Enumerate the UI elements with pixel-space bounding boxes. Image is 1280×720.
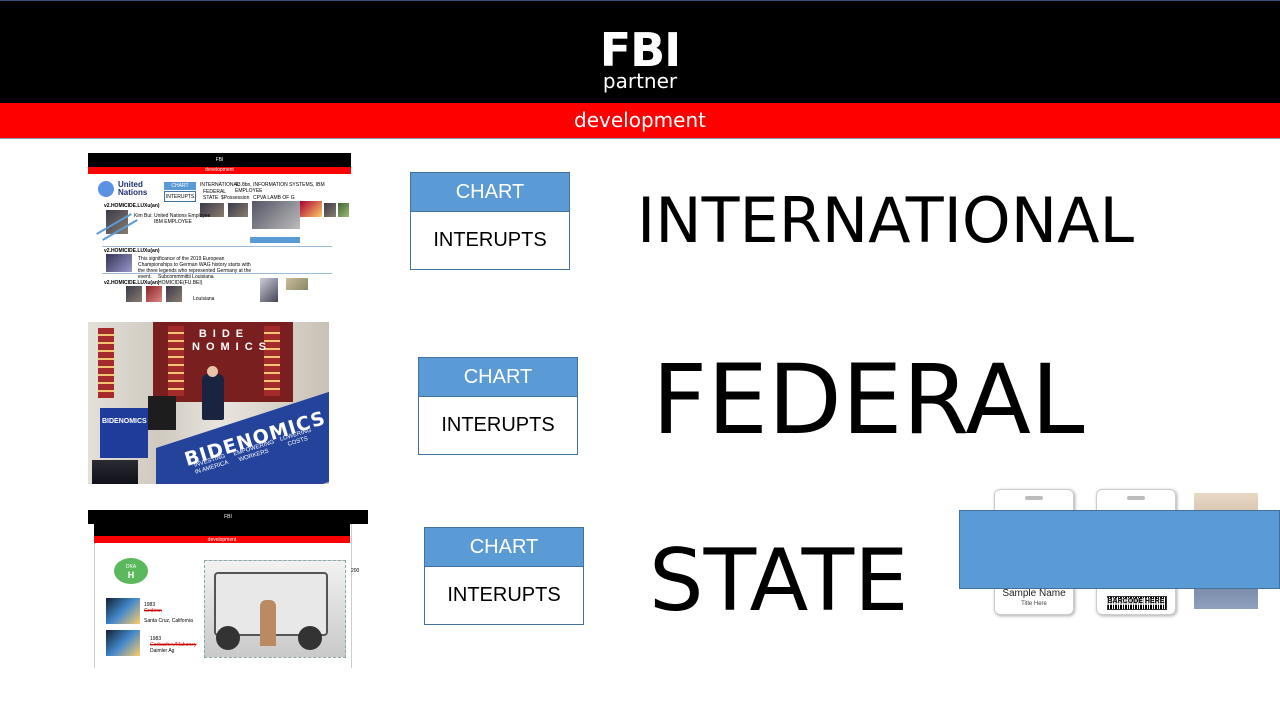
inner-banner-label: development — [207, 537, 237, 543]
lectern-dark — [148, 396, 176, 430]
side-number: 200 — [351, 568, 360, 574]
thumbnail-international-slide[interactable]: FBI development United Nations CHART INT… — [88, 153, 351, 303]
thumbnail-state-slide[interactable]: FBI development DKA H 1983 Gridiron Sant… — [88, 510, 368, 668]
row-state-buttons: CHART INTERUPTS — [424, 527, 584, 625]
thumb-photo — [106, 254, 132, 272]
thumb-photo — [146, 286, 162, 302]
truck-wheel — [216, 626, 240, 650]
heading-federal: FEDERAL — [652, 344, 1085, 456]
thumb-chart-label: CHART — [171, 183, 189, 189]
thumb-photo — [300, 201, 322, 217]
un-logo-text: United Nations — [118, 180, 148, 197]
heading-state: STATE — [649, 531, 909, 631]
un-logo-icon — [98, 181, 114, 197]
thumb-banner-label: development — [205, 167, 234, 173]
thumbnail-bidenomics-photo[interactable]: BIDE NOMICS BIDENOMICS INVESTING IN AMER… — [88, 322, 329, 484]
badge-title: Title Here — [1021, 601, 1047, 607]
entry-2-place: Daimler Ag — [150, 648, 175, 654]
thumb-case-1-role: IBM EMPLOYEE — [154, 219, 192, 225]
chart-button-federal[interactable]: CHART — [418, 357, 578, 397]
thumb-case-1: v2.HOMICIDE.LUXu(an) — [104, 203, 160, 209]
thumb-blue-bar — [250, 237, 300, 243]
thumb-photo — [338, 203, 349, 217]
thumb-line-state: STATE — [203, 195, 219, 201]
interupts-button-international[interactable]: INTERUPTS — [410, 212, 570, 270]
thumb-photo — [252, 201, 300, 229]
side-sign — [100, 408, 148, 458]
speaker-figure — [202, 374, 224, 420]
window-letters: BIDE NOMICS — [192, 328, 272, 353]
truck-wheel — [298, 626, 322, 650]
thumb-line-state-detail: $Possession — [221, 195, 250, 201]
badge-slot — [1127, 496, 1145, 500]
side-sign-text: BIDENOMICS — [102, 418, 147, 425]
thumb-line-international: INTERNATIONAL — [200, 182, 240, 188]
interupts-button-state[interactable]: INTERUPTS — [424, 567, 584, 625]
development-label: development — [574, 108, 706, 132]
window-panel — [264, 326, 280, 396]
dka-logo-letter: H — [127, 570, 135, 580]
entry-1-place: Santa Cruz, California — [144, 618, 193, 624]
entry-1-name: Gridiron — [144, 608, 162, 614]
badge-barcode-label: BARCODE HERE — [1107, 598, 1165, 605]
truck-person — [260, 600, 276, 646]
thumb-title: FBI — [224, 514, 232, 520]
page-subtitle: partner — [602, 69, 678, 93]
thumb-photo — [286, 278, 308, 290]
thumb-photo — [126, 286, 142, 302]
window-panel — [98, 328, 114, 398]
interupts-button-federal[interactable]: INTERUPTS — [418, 397, 578, 455]
thumb-case-3c: Louisiana — [193, 296, 215, 302]
inner-header-bar — [94, 524, 350, 536]
speaker-head — [207, 366, 218, 377]
badge-name: Sample Name — [1002, 588, 1066, 599]
chart-button-state[interactable]: CHART — [424, 527, 584, 567]
badge-slot — [1025, 496, 1043, 500]
divider — [102, 273, 332, 274]
welder-photo — [106, 630, 140, 656]
thumb-photo — [228, 203, 248, 217]
row-federal-buttons: CHART INTERUPTS — [418, 357, 578, 455]
thumb-photo — [166, 286, 182, 302]
row-international-buttons: CHART INTERUPTS — [410, 172, 570, 270]
blue-overlay-rectangle[interactable] — [959, 510, 1280, 589]
heading-international: INTERNATIONAL — [637, 184, 1135, 257]
window-panel — [168, 326, 184, 396]
thumb-line-international-detail: 43.8bn, INFORMATION SYSTEMS, IBM EMPLOYE… — [235, 182, 325, 194]
thumb-interupts-label: INTERUPTS — [164, 191, 196, 202]
audience-figures — [92, 460, 138, 484]
thumb-photo — [260, 278, 278, 302]
welder-photo — [106, 598, 140, 624]
chart-button-international[interactable]: CHART — [410, 172, 570, 212]
thumb-title: FBI — [215, 157, 224, 163]
divider — [102, 246, 332, 247]
thumb-photo — [324, 203, 336, 217]
